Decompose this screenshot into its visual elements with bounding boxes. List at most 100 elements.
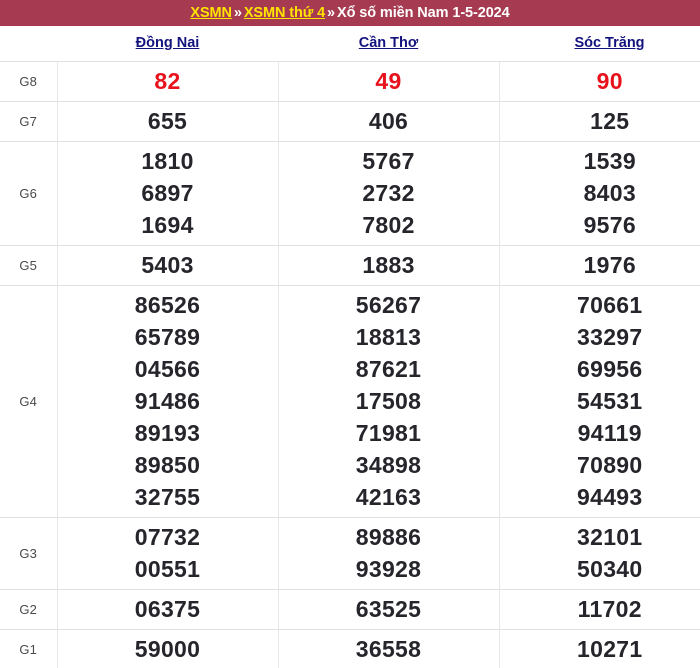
prize-number: 34898 [355,452,422,478]
province-link-can-tho[interactable]: Cần Thơ [359,35,418,51]
prize-label: G2 [0,589,58,630]
prize-number: 90 [596,68,623,94]
prize-number: 86526 [134,292,201,318]
prize-number: 6897 [141,180,194,206]
prize-numbers-cell: 1810 6897 1694 [56,141,279,246]
prize-number: 1976 [583,252,636,278]
prize-numbers-cell: 06375 [56,589,279,630]
prize-number: 18813 [355,324,422,350]
prize-numbers-cell: 59000 [56,629,279,668]
prize-numbers-cell: 70661 33297 69956 54531 94119 70890 94493 [498,285,700,518]
prize-number: 10271 [577,636,643,662]
province-header-row: Đồng Nai Cần Thơ Sóc Trăng [0,26,700,62]
prize-numbers-cell: 90 [498,61,700,102]
prize-number: 655 [147,108,188,134]
prize-numbers-cell: 10271 [498,629,700,668]
prize-number: 00551 [134,556,201,582]
prize-number: 49 [375,68,402,94]
breadcrumb-link-xsmn[interactable]: XSMN [190,5,232,21]
breadcrumb: XSMN» XSMN thứ 4» Xổ số miền Nam 1-5-2024 [190,0,509,26]
prize-numbers-cell: 1883 [277,245,500,286]
prize-number: 59000 [134,636,201,662]
province-header-0: Đồng Nai [57,26,278,62]
breadcrumb-separator-1: » [233,5,242,21]
prize-number: 1883 [362,252,415,278]
prize-number: 69956 [577,356,643,382]
prize-label: G3 [0,517,58,590]
province-link-soc-trang[interactable]: Sóc Trăng [574,35,644,51]
prize-number: 11702 [577,596,642,622]
table-row: G8 82 49 90 [0,61,700,102]
lottery-results-table: Đồng Nai Cần Thơ Sóc Trăng G8 82 49 90 G7 655… [0,26,700,668]
table-row: G3 07732 00551 89886 93928 32101 50340 [0,517,700,590]
prize-numbers-cell: 11702 [498,589,700,630]
prize-number: 17508 [355,388,422,414]
prize-number: 32101 [577,524,643,550]
prize-numbers-cell: 49 [277,61,500,102]
table-row: G6 1810 6897 1694 5767 2732 7802 1539 8403 9576 [0,141,700,246]
prize-label: G6 [0,141,58,246]
prize-number: 94119 [577,420,642,446]
table-head: Đồng Nai Cần Thơ Sóc Trăng [0,26,700,62]
prize-number: 70890 [577,452,643,478]
table-body: G8 82 49 90 G7 655 406 125 G6 1810 6897 1694 5767 273… [0,61,700,668]
prize-number: 1539 [583,148,636,174]
province-link-dong-nai[interactable]: Đồng Nai [136,35,200,51]
prize-number: 71981 [355,420,422,446]
prize-number: 9576 [583,212,636,238]
prize-label: G7 [0,101,58,142]
province-header-1: Cần Thơ [278,26,499,62]
table-row: G4 86526 65789 04566 91486 89193 89850 32755 562… [0,285,700,518]
prize-numbers-cell: 07732 00551 [56,517,279,590]
prize-number: 1694 [141,212,194,238]
prize-numbers-cell: 125 [498,101,700,142]
prize-number: 5767 [362,148,415,174]
prize-label: G4 [0,285,58,518]
prize-number: 8403 [583,180,636,206]
prize-numbers-cell: 82 [56,61,279,102]
prize-number: 7802 [362,212,415,238]
prize-number: 32755 [134,484,201,510]
prize-number: 06375 [134,596,201,622]
prize-numbers-cell: 89886 93928 [277,517,500,590]
prize-number: 89193 [134,420,201,446]
breadcrumb-bar: XSMN» XSMN thứ 4» Xổ số miền Nam 1-5-2024 [0,0,700,26]
prize-number: 125 [590,108,630,134]
prize-label: G5 [0,245,58,286]
prize-number: 42163 [355,484,422,510]
breadcrumb-link-xsmn-thu-4[interactable]: XSMN thứ 4 [244,5,325,21]
table-row: G5 5403 1883 1976 [0,245,700,286]
prize-number: 50340 [577,556,643,582]
breadcrumb-separator-2: » [327,5,336,21]
prize-number: 54531 [577,388,643,414]
prize-number: 91486 [134,388,201,414]
prize-number: 89886 [355,524,422,550]
prize-number: 93928 [355,556,422,582]
prize-numbers-cell: 36558 [277,629,500,668]
prize-number: 56267 [355,292,422,318]
prize-numbers-cell: 5767 2732 7802 [277,141,500,246]
prize-number: 65789 [134,324,201,350]
prize-number: 36558 [355,636,422,662]
prize-number: 87621 [355,356,422,382]
prize-numbers-cell: 655 [56,101,279,142]
prize-number: 07732 [134,524,201,550]
breadcrumb-current-page: Xổ số miền Nam 1-5-2024 [337,5,510,21]
prize-number: 5403 [141,252,194,278]
prize-label: G1 [0,629,58,668]
prize-numbers-cell: 63525 [277,589,500,630]
province-header-2: Sóc Trăng [499,26,700,62]
table-row: G1 59000 36558 10271 [0,629,700,668]
prize-label: G8 [0,61,58,102]
prize-number: 33297 [577,324,643,350]
prize-number: 2732 [362,180,415,206]
prize-numbers-cell: 5403 [56,245,279,286]
prize-numbers-cell: 1539 8403 9576 [498,141,700,246]
prize-numbers-cell: 56267 18813 87621 17508 71981 34898 42163 [277,285,500,518]
lottery-results-page: XSMN» XSMN thứ 4» Xổ số miền Nam 1-5-2024 … [0,0,700,668]
prize-numbers-cell: 1976 [498,245,700,286]
prize-number: 94493 [577,484,643,510]
prize-numbers-cell: 86526 65789 04566 91486 89193 89850 32755 [56,285,279,518]
prize-numbers-cell: 406 [277,101,500,142]
prize-number: 406 [368,108,409,134]
